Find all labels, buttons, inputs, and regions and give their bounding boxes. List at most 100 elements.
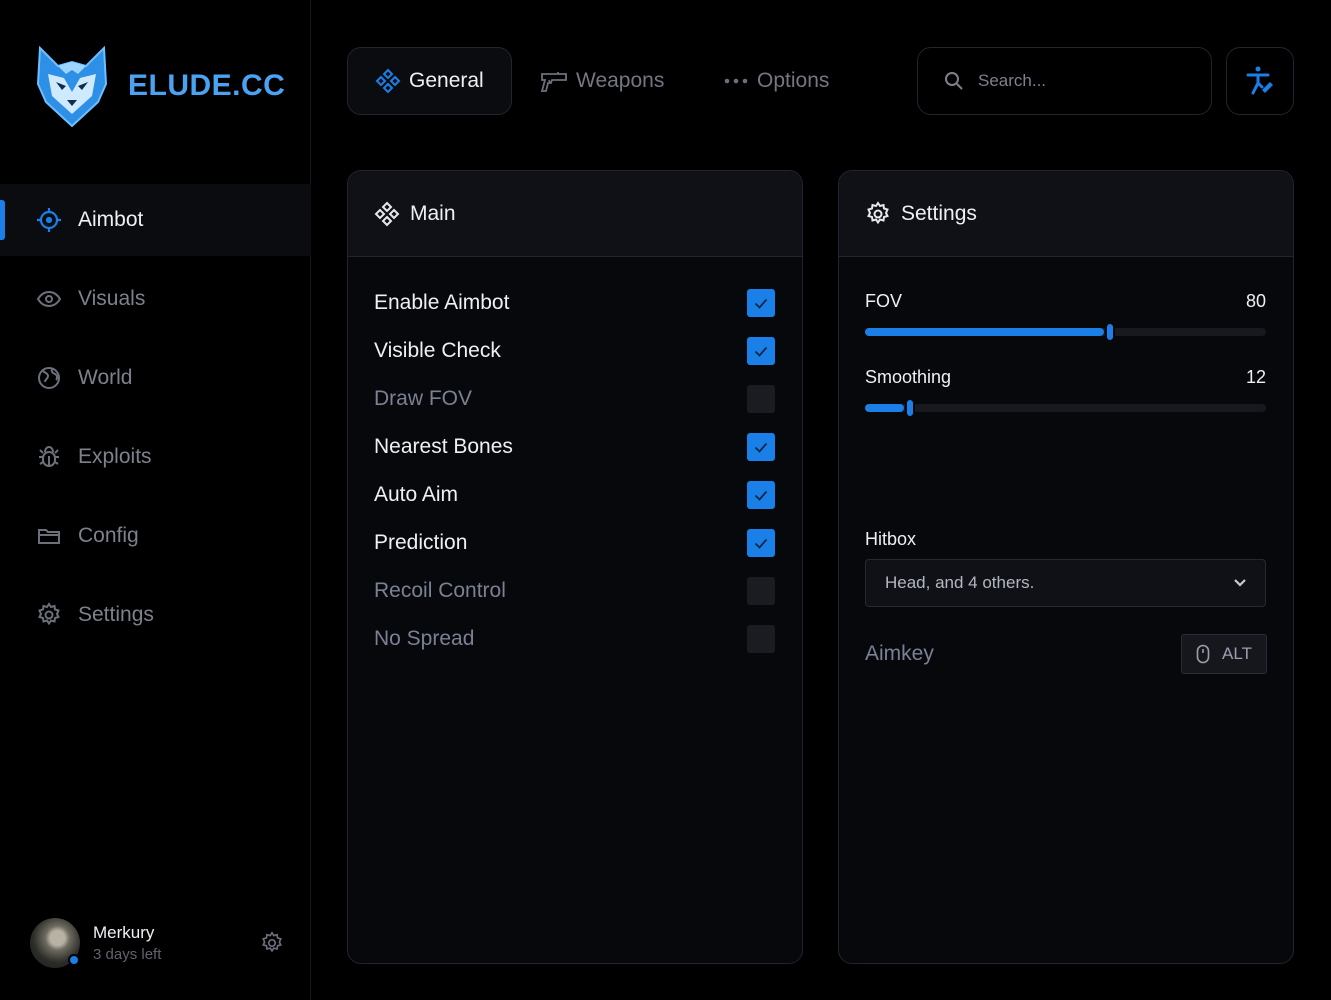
smoothing-label: Smoothing	[865, 367, 952, 387]
pistol-icon	[540, 72, 567, 92]
option-row[interactable]: Prediction	[374, 519, 775, 567]
mouse-icon	[1196, 644, 1210, 664]
accessibility-icon	[1246, 66, 1273, 95]
tab-weapons[interactable]: Weapons	[540, 47, 664, 115]
eye-icon	[36, 286, 62, 312]
panel-title: Settings	[901, 201, 977, 225]
search-icon	[945, 72, 963, 90]
sidebar-item-label: Aimbot	[78, 208, 144, 231]
option-checkbox[interactable]	[747, 577, 775, 605]
checkmark-icon	[754, 490, 768, 501]
checkmark-icon	[754, 298, 768, 309]
sidebar-nav: Aimbot Visuals World Exploits Config Set…	[0, 184, 311, 658]
tab-options[interactable]: Options	[723, 47, 829, 115]
smoothing-value: 12	[1245, 367, 1266, 387]
crosshair-icon	[36, 207, 62, 233]
gear-icon	[867, 200, 889, 224]
sidebar-item-world[interactable]: World	[0, 342, 311, 414]
settings-panel-header: Settings	[839, 171, 1293, 257]
settings-panel: Settings FOV 80 Smoothing 12 Hitbox Head…	[838, 170, 1294, 964]
globe-icon	[36, 365, 62, 391]
folder-icon	[36, 523, 62, 549]
option-row[interactable]: Enable Aimbot	[374, 279, 775, 327]
bug-icon	[36, 444, 62, 470]
sidebar-item-exploits[interactable]: Exploits	[0, 421, 311, 493]
component-icon	[375, 68, 401, 94]
accessibility-button[interactable]	[1226, 47, 1294, 115]
smoothing-slider-fill	[865, 404, 904, 412]
aimkey-keybind-button[interactable]: ALT	[1181, 634, 1267, 674]
smoothing-slider[interactable]	[865, 398, 1266, 418]
hitbox-select-value: Head, and 4 others.	[885, 573, 1035, 592]
sidebar-item-label: World	[78, 366, 133, 389]
option-label: Nearest Bones	[374, 435, 513, 458]
smoothing-slider-thumb[interactable]	[904, 398, 915, 418]
sidebar: ELUDE.CC Aimbot Visuals World Exploits C…	[0, 0, 311, 1000]
option-label: Enable Aimbot	[374, 291, 510, 314]
option-label: Recoil Control	[374, 579, 506, 602]
option-checkbox[interactable]	[747, 337, 775, 365]
options-list: Enable Aimbot Visible Check Draw FOV Neares…	[348, 257, 802, 663]
ellipsis-icon	[724, 78, 748, 84]
sidebar-item-config[interactable]: Config	[0, 500, 311, 572]
option-checkbox[interactable]	[747, 433, 775, 461]
hitbox-select[interactable]: Head, and 4 others.	[865, 559, 1266, 607]
checkmark-icon	[754, 346, 768, 357]
subscription-remaining: 3 days left	[93, 946, 162, 963]
user-settings-gear-icon[interactable]	[260, 931, 284, 955]
search-input[interactable]	[978, 71, 1198, 91]
user-profile[interactable]: Merkury 3 days left	[30, 917, 290, 969]
option-checkbox[interactable]	[747, 481, 775, 509]
sidebar-item-label: Exploits	[78, 445, 152, 468]
tab-label: General	[409, 69, 484, 92]
main-panel: Main Enable Aimbot Visible Check Draw FOV N…	[347, 170, 803, 964]
search-box[interactable]	[917, 47, 1212, 115]
wolf-logo-icon	[36, 45, 108, 128]
sidebar-item-aimbot[interactable]: Aimbot	[0, 184, 311, 256]
fov-slider[interactable]	[865, 322, 1266, 342]
option-label: Visible Check	[374, 339, 501, 362]
fov-slider-thumb[interactable]	[1104, 322, 1115, 342]
option-row[interactable]: Draw FOV	[374, 375, 775, 423]
fov-slider-fill	[865, 328, 1104, 336]
sidebar-item-label: Config	[78, 524, 139, 547]
option-row[interactable]: No Spread	[374, 615, 775, 663]
online-status-dot	[68, 954, 80, 966]
option-checkbox[interactable]	[747, 289, 775, 317]
main-panel-header: Main	[348, 171, 802, 257]
option-row[interactable]: Visible Check	[374, 327, 775, 375]
option-checkbox[interactable]	[747, 625, 775, 653]
fov-value: 80	[1245, 291, 1266, 311]
option-label: No Spread	[374, 627, 475, 650]
smoothing-slider-block: Smoothing 12	[865, 367, 1266, 418]
option-row[interactable]: Recoil Control	[374, 567, 775, 615]
fov-slider-block: FOV 80	[865, 291, 1266, 342]
tab-label: Weapons	[576, 69, 665, 92]
option-checkbox[interactable]	[747, 385, 775, 413]
brand-name: ELUDE.CC	[128, 69, 286, 102]
option-row[interactable]: Auto Aim	[374, 471, 775, 519]
panel-title: Main	[410, 201, 456, 225]
user-name: Merkury	[93, 923, 155, 942]
tab-general[interactable]: General	[347, 47, 512, 115]
sidebar-item-settings[interactable]: Settings	[0, 579, 311, 651]
sidebar-item-label: Visuals	[78, 287, 146, 310]
option-label: Draw FOV	[374, 387, 473, 410]
checkmark-icon	[754, 442, 768, 453]
tab-label: Options	[757, 69, 830, 92]
option-label: Auto Aim	[374, 483, 459, 506]
hitbox-label: Hitbox	[865, 529, 917, 549]
option-row[interactable]: Nearest Bones	[374, 423, 775, 471]
fov-label: FOV	[865, 291, 903, 311]
chevron-down-icon	[1234, 579, 1246, 587]
avatar[interactable]	[30, 918, 80, 968]
sidebar-item-label: Settings	[78, 603, 154, 626]
gear-icon	[36, 602, 62, 628]
aimkey-value: ALT	[1222, 644, 1252, 663]
brand-logo[interactable]: ELUDE.CC	[34, 44, 285, 128]
option-label: Prediction	[374, 531, 468, 554]
aimkey-label: Aimkey	[865, 642, 934, 665]
option-checkbox[interactable]	[747, 529, 775, 557]
checkmark-icon	[754, 538, 768, 549]
sidebar-item-visuals[interactable]: Visuals	[0, 263, 311, 335]
